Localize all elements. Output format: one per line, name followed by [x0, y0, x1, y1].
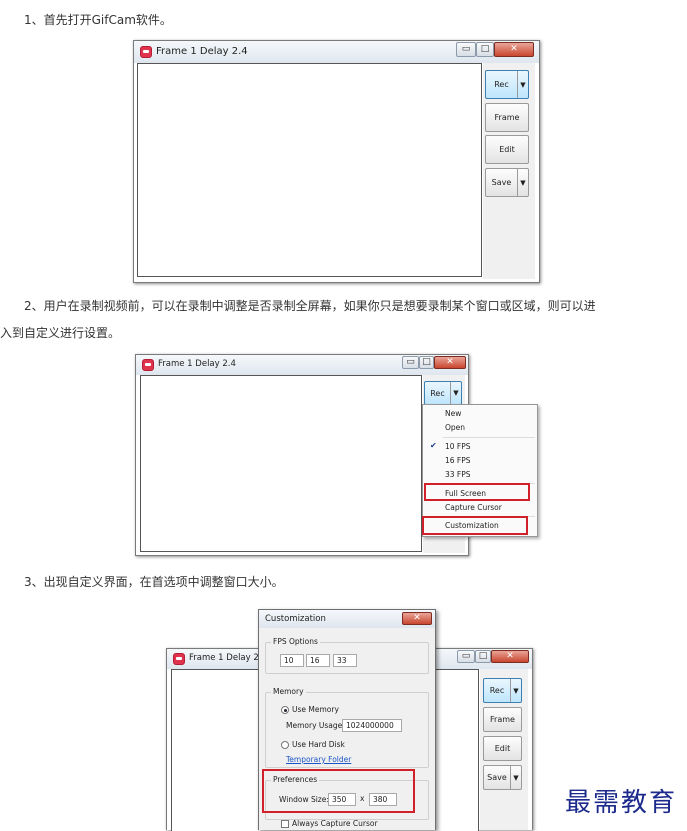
- menu-item-33fps[interactable]: 33 FPS: [445, 470, 471, 479]
- gifcam-window-2: Frame 1 Delay 2.4 ▭ □ ✕ Rec ▼: [135, 354, 469, 556]
- edit-button[interactable]: Edit: [485, 135, 529, 164]
- window-title: Frame 1 Delay 2.4: [158, 359, 236, 369]
- title-bar: Frame 1 Delay 2.4 ▭ □ ✕: [136, 355, 468, 375]
- rec-label: Rec: [494, 80, 509, 89]
- capture-area[interactable]: [140, 375, 422, 552]
- memory-usage-label: Memory Usage:: [286, 721, 345, 730]
- highlight-customization: [422, 516, 528, 535]
- frame-label: Frame: [494, 113, 520, 122]
- window-title: Frame 1 Delay 2.4: [156, 46, 248, 57]
- minimize-button[interactable]: ▭: [457, 650, 475, 663]
- use-hard-disk-radio[interactable]: [281, 741, 289, 749]
- window-title: Frame 1 Delay 2.4: [189, 653, 267, 663]
- menu-separator: [443, 437, 535, 438]
- save-button[interactable]: Save ▼: [485, 168, 529, 197]
- always-capture-cursor-checkbox[interactable]: [281, 820, 289, 828]
- edit-button[interactable]: Edit: [483, 736, 522, 761]
- rec-button[interactable]: Rec ▼: [483, 678, 522, 703]
- frame-button[interactable]: Frame: [485, 103, 529, 132]
- gifcam-app-icon: [142, 359, 154, 371]
- highlight-full-screen: [424, 483, 530, 501]
- menu-item-capture-cursor[interactable]: Capture Cursor: [445, 503, 502, 512]
- dialog-title-bar: Customization ✕: [259, 610, 435, 628]
- close-button[interactable]: ✕: [491, 650, 529, 663]
- fps-options-label: FPS Options: [271, 637, 320, 646]
- maximize-button[interactable]: □: [475, 650, 491, 663]
- step-1-text: 1、首先打开GifCam软件。: [24, 13, 172, 27]
- save-button[interactable]: Save ▼: [483, 765, 522, 790]
- highlight-preferences: [262, 769, 415, 813]
- save-label: Save: [487, 773, 507, 782]
- use-hard-disk-label: Use Hard Disk: [292, 740, 345, 749]
- memory-label: Memory: [271, 687, 306, 696]
- title-bar: Frame 1 Delay 2.4 ▭ □ ✕: [134, 41, 539, 63]
- gifcam-app-icon: [140, 46, 152, 58]
- minimize-button[interactable]: ▭: [402, 356, 419, 369]
- minimize-button[interactable]: ▭: [456, 42, 476, 57]
- menu-item-16fps[interactable]: 16 FPS: [445, 456, 471, 465]
- save-dropdown-icon[interactable]: ▼: [517, 169, 528, 196]
- step-2-text-line1: 2、用户在录制视频前，可以在录制中调整是否录制全屏幕，如果你只是想要录制某个窗口…: [24, 299, 596, 313]
- frame-button[interactable]: Frame: [483, 707, 522, 732]
- close-button[interactable]: ✕: [494, 42, 534, 57]
- maximize-button[interactable]: □: [476, 42, 494, 57]
- menu-item-10fps[interactable]: 10 FPS: [445, 442, 471, 451]
- gifcam-window-1: Frame 1 Delay 2.4 ▭ □ ✕ Rec ▼ Frame Edit …: [133, 40, 540, 283]
- capture-area[interactable]: [137, 63, 482, 277]
- rec-button[interactable]: Rec ▼: [485, 70, 529, 99]
- rec-label: Rec: [430, 388, 445, 398]
- save-dropdown-icon[interactable]: ▼: [510, 766, 521, 789]
- dialog-close-button[interactable]: ✕: [402, 612, 432, 625]
- rec-dropdown-icon[interactable]: ▼: [450, 382, 461, 404]
- edit-label: Edit: [499, 145, 515, 154]
- rec-dropdown-icon[interactable]: ▼: [517, 71, 528, 98]
- close-button[interactable]: ✕: [434, 356, 466, 369]
- fps-field-1[interactable]: 10: [280, 654, 304, 667]
- memory-usage-input[interactable]: 1024000000: [342, 719, 402, 732]
- gifcam-app-icon: [173, 653, 185, 665]
- menu-item-open[interactable]: Open: [445, 423, 465, 432]
- dialog-title: Customization: [265, 614, 326, 624]
- fps-field-2[interactable]: 16: [306, 654, 330, 667]
- menu-item-new[interactable]: New: [445, 409, 461, 418]
- always-capture-cursor-label: Always Capture Cursor: [292, 819, 378, 828]
- checkmark-icon: ✔: [430, 441, 437, 450]
- rec-label: Rec: [489, 686, 505, 695]
- frame-label: Frame: [490, 715, 515, 724]
- step-3-text: 3、出现自定义界面，在首选项中调整窗口大小。: [24, 575, 284, 589]
- temporary-folder-link[interactable]: Temporary Folder: [286, 755, 351, 764]
- use-memory-radio[interactable]: [281, 706, 289, 714]
- save-label: Save: [491, 178, 512, 187]
- watermark-logo: 最需教育: [565, 788, 678, 818]
- use-memory-label: Use Memory: [292, 705, 339, 714]
- step-2-text-line2: 入到自定义进行设置。: [0, 326, 121, 340]
- maximize-button[interactable]: □: [419, 356, 434, 369]
- edit-label: Edit: [494, 744, 511, 753]
- rec-button[interactable]: Rec ▼: [424, 381, 462, 405]
- rec-dropdown-icon[interactable]: ▼: [510, 679, 521, 702]
- fps-field-3[interactable]: 33: [333, 654, 357, 667]
